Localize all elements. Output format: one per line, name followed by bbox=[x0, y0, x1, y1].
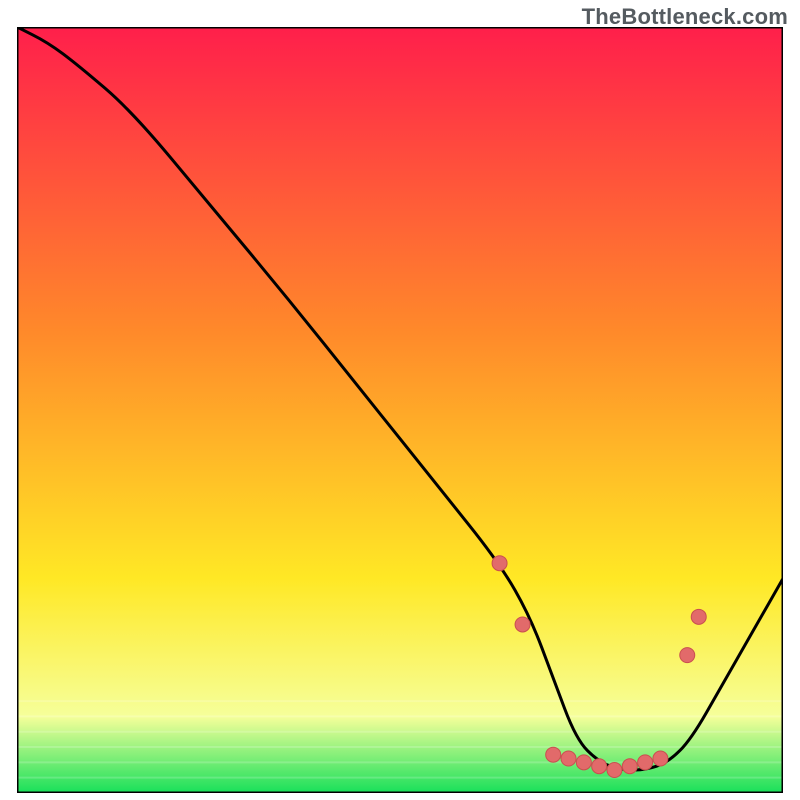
chart-svg bbox=[17, 27, 783, 793]
marker-dot bbox=[492, 556, 507, 571]
marker-dot bbox=[680, 648, 695, 663]
marker-dot bbox=[691, 609, 706, 624]
marker-dot bbox=[638, 755, 653, 770]
marker-dot bbox=[561, 751, 576, 766]
marker-dot bbox=[592, 759, 607, 774]
marker-dot bbox=[576, 755, 591, 770]
gradient-background bbox=[17, 27, 783, 793]
plot-area bbox=[17, 27, 783, 793]
marker-dot bbox=[546, 747, 561, 762]
marker-dot bbox=[622, 759, 637, 774]
marker-dot bbox=[653, 751, 668, 766]
marker-dot bbox=[515, 617, 530, 632]
marker-dot bbox=[607, 763, 622, 778]
chart-stage: TheBottleneck.com bbox=[0, 0, 800, 800]
